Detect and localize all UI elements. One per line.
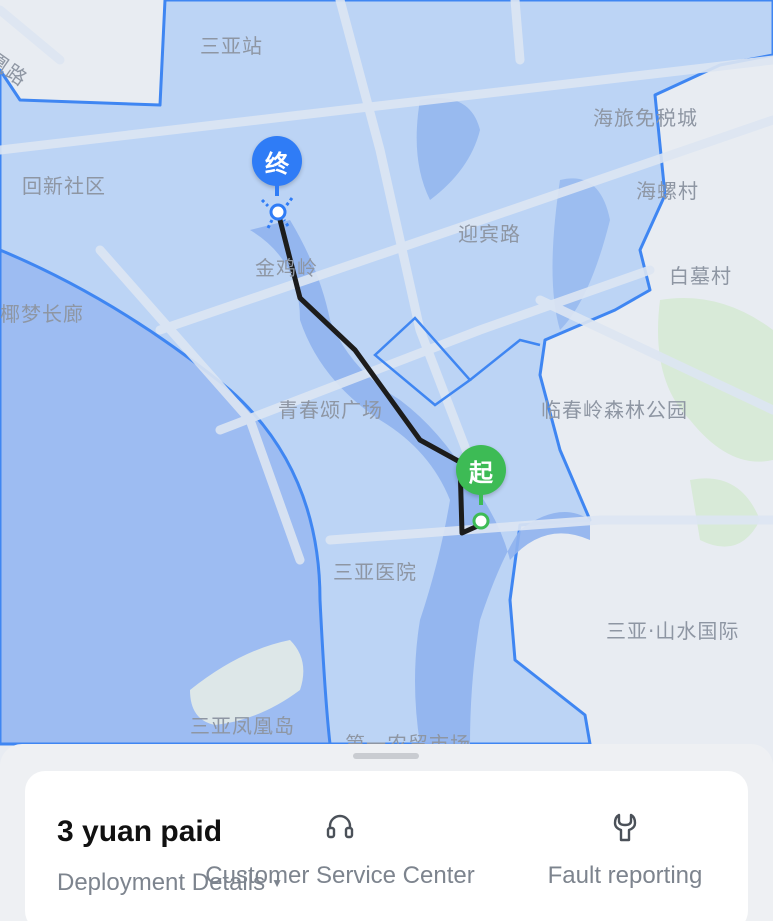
map-label-duty-free-mall: 海旅免税城 — [593, 106, 698, 130]
map-label-coconut-dream: 椰梦长廊 — [0, 302, 84, 326]
map-label-huixin-community: 回新社区 — [22, 174, 106, 198]
map-label-forest-park: 临春岭森林公园 — [541, 398, 688, 422]
fault-reporting-label: Fault reporting — [547, 862, 703, 889]
customer-service-button[interactable]: Customer Service Center — [185, 811, 495, 890]
map-label-hailuo-village: 海螺村 — [636, 179, 699, 203]
map-label-sanya-station: 三亚站 — [200, 34, 263, 58]
wrench-icon — [609, 811, 641, 848]
fault-reporting-button[interactable]: Fault reporting — [530, 811, 720, 890]
end-point-marker[interactable]: 终 — [252, 136, 302, 196]
map-label-youth-square: 青春颂广场 — [278, 398, 383, 422]
start-point-marker[interactable]: 起 — [456, 445, 506, 505]
drag-handle[interactable] — [353, 753, 419, 759]
map-label-yingbin-road: 迎宾路 — [458, 222, 521, 246]
map-label-shanshui: 三亚·山水国际 — [606, 619, 740, 643]
customer-service-label: Customer Service Center — [205, 862, 475, 889]
headset-icon — [324, 811, 356, 848]
map-label-sanya-hospital: 三亚医院 — [333, 560, 417, 584]
map-label-phoenix-island: 三亚凤凰岛 — [190, 714, 295, 738]
ride-summary-screen: 三亚站 凰路 海旅免税城 回新社区 海螺村 迎宾路 金鸡岭 白墓村 椰梦长廊 青… — [0, 0, 773, 921]
bottom-sheet: 3 yuan paid Deployment Details ▼ Custome… — [0, 744, 773, 921]
map-label-jinjiling: 金鸡岭 — [255, 256, 318, 280]
ride-info-card: 3 yuan paid Deployment Details ▼ Custome… — [25, 771, 748, 921]
map-label-baimu-village: 白墓村 — [669, 264, 732, 288]
